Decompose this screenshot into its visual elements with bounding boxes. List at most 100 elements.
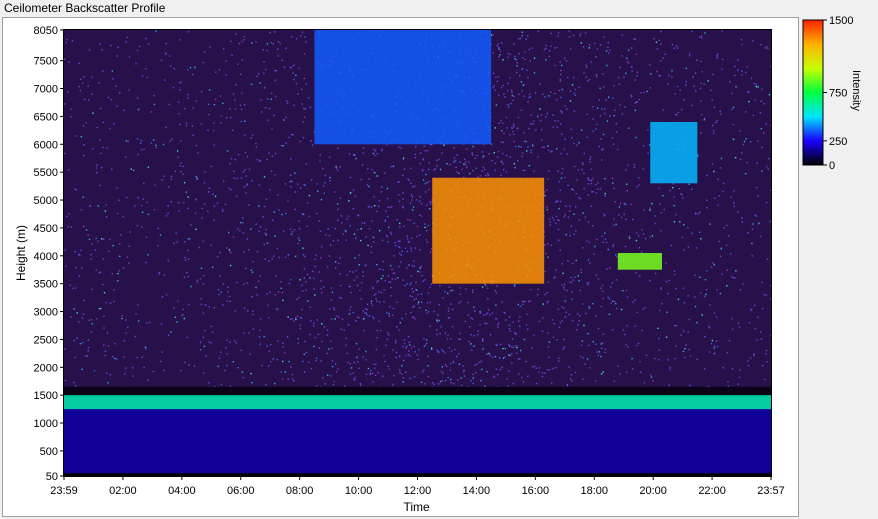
noise-dot (338, 316, 340, 318)
noise-dot (110, 44, 112, 47)
noise-dot (337, 208, 339, 211)
noise-dot (684, 347, 686, 350)
noise-dot (196, 279, 199, 281)
noise-dot (165, 215, 168, 217)
noise-dot (589, 158, 591, 160)
noise-dot (251, 296, 253, 298)
noise-dot (558, 239, 560, 241)
noise-dot (522, 169, 524, 172)
noise-dot (573, 76, 575, 79)
noise-dot (508, 354, 510, 356)
noise-dot (705, 293, 707, 296)
noise-dot (91, 323, 93, 325)
noise-dot (319, 154, 321, 156)
noise-dot (367, 244, 369, 247)
noise-dot (480, 360, 483, 362)
noise-dot (153, 103, 156, 106)
noise-dot (270, 98, 272, 100)
noise-dot (604, 195, 606, 197)
noise-dot (756, 186, 758, 189)
noise-dot (765, 201, 768, 204)
noise-dot (350, 367, 353, 369)
noise-dot (385, 234, 387, 236)
noise-dot (87, 234, 89, 236)
noise-dot (73, 339, 75, 342)
noise-dot (719, 167, 722, 169)
noise-dot (414, 156, 417, 159)
noise-dot (732, 138, 735, 141)
noise-dot (768, 93, 771, 96)
noise-dot (573, 233, 575, 236)
noise-dot (83, 144, 85, 146)
noise-dot (183, 276, 186, 278)
noise-dot (290, 233, 293, 235)
noise-dot (427, 375, 430, 378)
noise-dot (588, 305, 590, 308)
noise-dot (388, 368, 391, 370)
noise-dot (137, 153, 139, 156)
noise-dot (405, 347, 407, 349)
y-axis-title: Height (m) (14, 224, 28, 281)
noise-dot (608, 96, 610, 98)
noise-dot (109, 302, 112, 304)
noise-dot (320, 199, 323, 201)
noise-dot (146, 76, 149, 79)
noise-dot (226, 300, 228, 302)
noise-dot (75, 287, 77, 289)
noise-dot (550, 244, 552, 247)
noise-dot (70, 226, 73, 228)
noise-dot (566, 153, 568, 155)
noise-dot (188, 303, 190, 306)
noise-dot (85, 229, 88, 231)
noise-dot (178, 210, 180, 212)
noise-dot (754, 214, 756, 216)
noise-dot (514, 167, 516, 169)
noise-dot (624, 245, 627, 248)
noise-dot (442, 350, 445, 353)
noise-dot (507, 52, 509, 55)
noise-dot (765, 123, 767, 125)
noise-dot (416, 235, 418, 238)
noise-dot (548, 218, 551, 220)
noise-dot (602, 297, 604, 300)
noise-dot (640, 92, 642, 94)
noise-dot (484, 385, 486, 387)
noise-dot (399, 222, 401, 225)
noise-dot (346, 352, 348, 355)
noise-dot (225, 247, 228, 249)
noise-dot (521, 90, 523, 92)
noise-dot (161, 296, 164, 298)
noise-dot (741, 74, 743, 76)
noise-dot (608, 298, 611, 300)
noise-dot (625, 183, 628, 185)
noise-dot (627, 346, 629, 348)
noise-dot (291, 134, 293, 136)
noise-dot (651, 202, 653, 205)
noise-dot (609, 49, 611, 51)
noise-dot (216, 255, 219, 258)
noise-dot (291, 231, 294, 233)
noise-dot (763, 103, 765, 105)
noise-dot (259, 343, 261, 345)
noise-dot (109, 238, 111, 241)
noise-dot (214, 195, 217, 198)
noise-dot (500, 141, 503, 143)
noise-dot (494, 356, 497, 358)
noise-dot (249, 353, 251, 355)
noise-dot (649, 87, 652, 89)
noise-dot (163, 175, 165, 177)
noise-dot (563, 283, 566, 285)
noise-dot (525, 140, 527, 143)
noise-dot (623, 76, 625, 78)
noise-dot (549, 369, 551, 371)
noise-dot (345, 344, 347, 346)
noise-dot (333, 307, 335, 309)
noise-dot (612, 329, 614, 331)
noise-dot (362, 275, 364, 277)
noise-dot (612, 143, 615, 145)
noise-dot (267, 98, 269, 100)
noise-dot (359, 384, 362, 386)
noise-dot (517, 116, 520, 119)
noise-dot (604, 112, 606, 115)
noise-dot (662, 109, 664, 111)
